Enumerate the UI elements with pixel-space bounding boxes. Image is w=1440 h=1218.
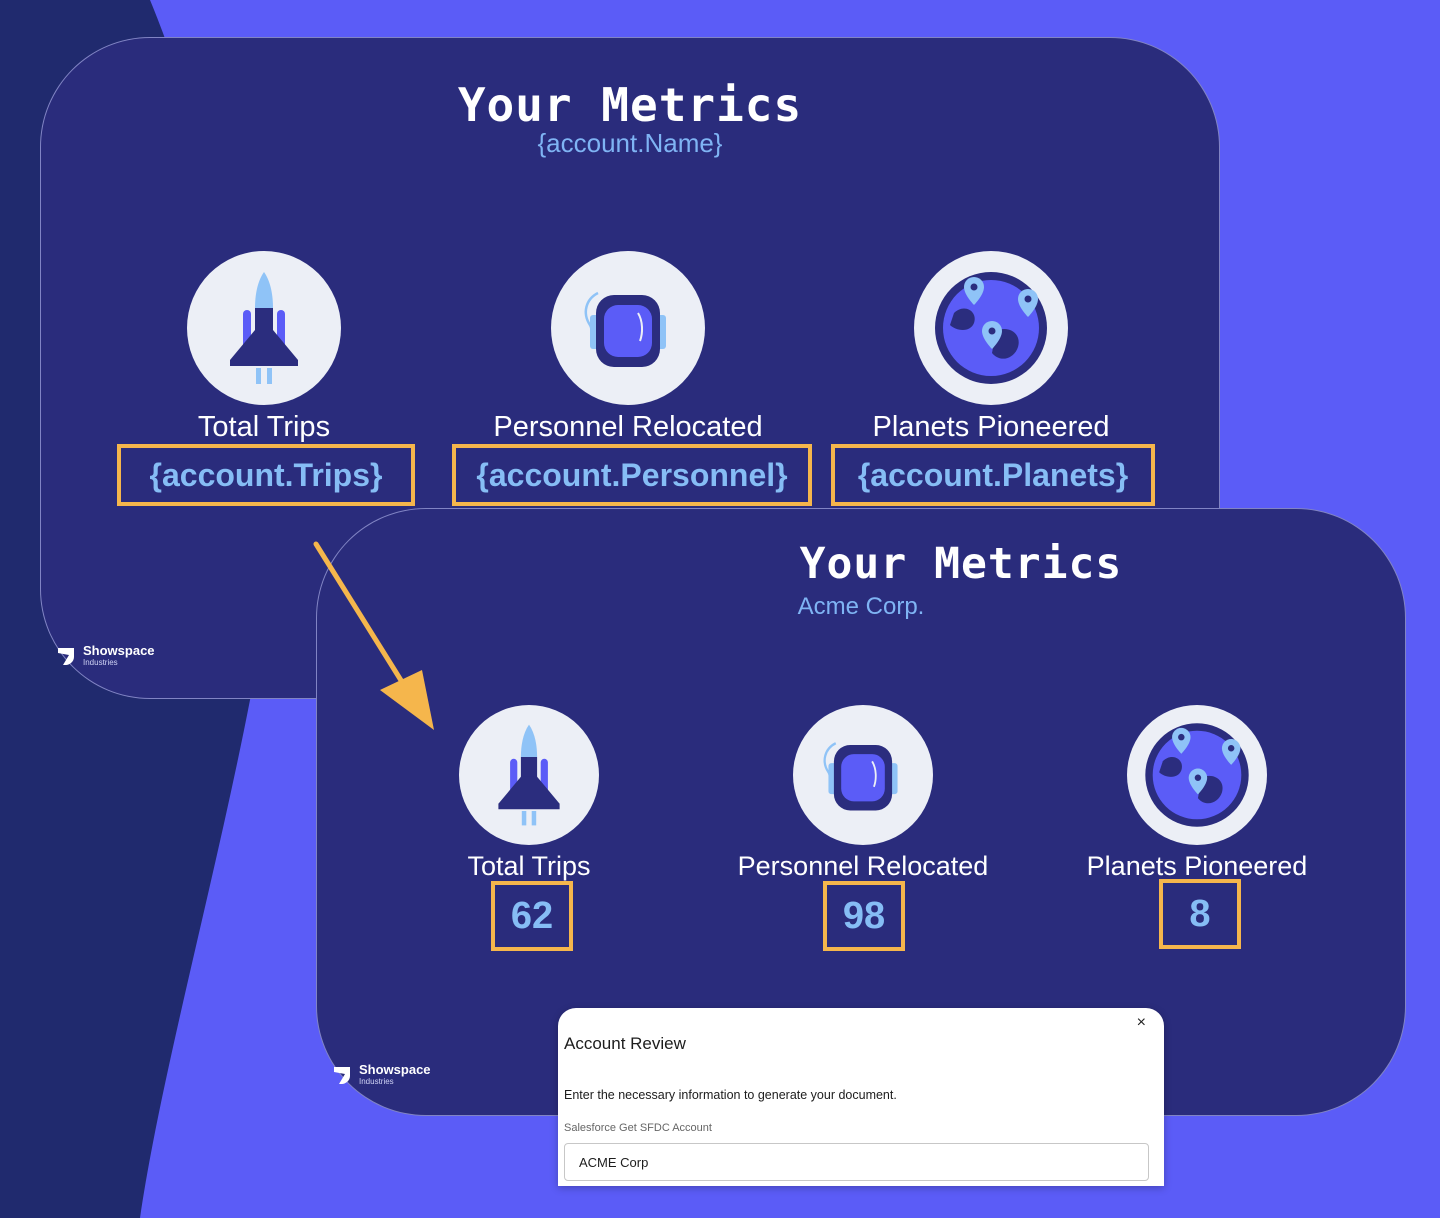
arrow-down-right-icon [313,541,434,730]
template-metric-value-trips: {account.Trips} [117,444,415,506]
rendered-metric-trips: Total Trips [449,705,609,882]
rendered-metric-value-trips: 62 [491,881,573,951]
template-metric-planets: Planets Pioneered [851,251,1131,444]
astronaut-helmet-icon [793,705,933,845]
brand-name: Showspace [83,643,155,658]
globe-pins-icon [1127,705,1267,845]
template-metric-trips: Total Trips [187,251,341,444]
showspace-logo-icon [334,1066,350,1084]
globe-pins-icon [914,251,1068,405]
template-metric-value-planets: {account.Planets} [831,444,1155,506]
rendered-metric-planets: Planets Pioneered [1067,705,1327,882]
rendered-metric-label: Personnel Relocated [737,851,989,881]
rendered-card-subtitle: Acme Corp. [797,593,925,620]
brand-logo: Showspace Industries [331,1063,431,1086]
showspace-logo-icon [58,647,74,665]
rendered-metric-value-planets: 8 [1159,879,1241,949]
modal-title: Account Review [564,1034,686,1053]
rendered-metric-value-personnel: 98 [823,881,905,951]
account-review-modal: × Account Review Enter the necessary inf… [558,1008,1164,1186]
template-card-subtitle: {account.Name} [537,128,723,158]
template-metric-label: Planets Pioneered [872,411,1110,443]
rendered-card-title: Your Metrics [799,539,1123,589]
close-icon[interactable]: × [1137,1014,1146,1032]
brand-sub: Industries [83,658,118,667]
brand-name: Showspace [359,1062,431,1077]
template-metric-label: Total Trips [197,411,331,443]
sfdc-account-input[interactable] [564,1143,1149,1181]
rocket-icon [459,705,599,845]
template-metric-value-personnel: {account.Personnel} [452,444,812,506]
brand-sub: Industries [359,1077,394,1086]
template-metric-label: Personnel Relocated [493,411,763,443]
sfdc-account-label: Salesforce Get SFDC Account [564,1122,712,1134]
rocket-icon [187,251,341,405]
astronaut-helmet-icon [551,251,705,405]
rendered-metric-label: Planets Pioneered [1086,851,1308,881]
rendered-metric-label: Total Trips [467,851,591,881]
template-card-title: Your Metrics [457,78,803,132]
template-metric-personnel: Personnel Relocated [471,251,785,444]
brand-logo: Showspace Industries [55,644,155,667]
modal-description: Enter the necessary information to gener… [564,1088,897,1102]
rendered-metric-personnel: Personnel Relocated [723,705,1003,882]
